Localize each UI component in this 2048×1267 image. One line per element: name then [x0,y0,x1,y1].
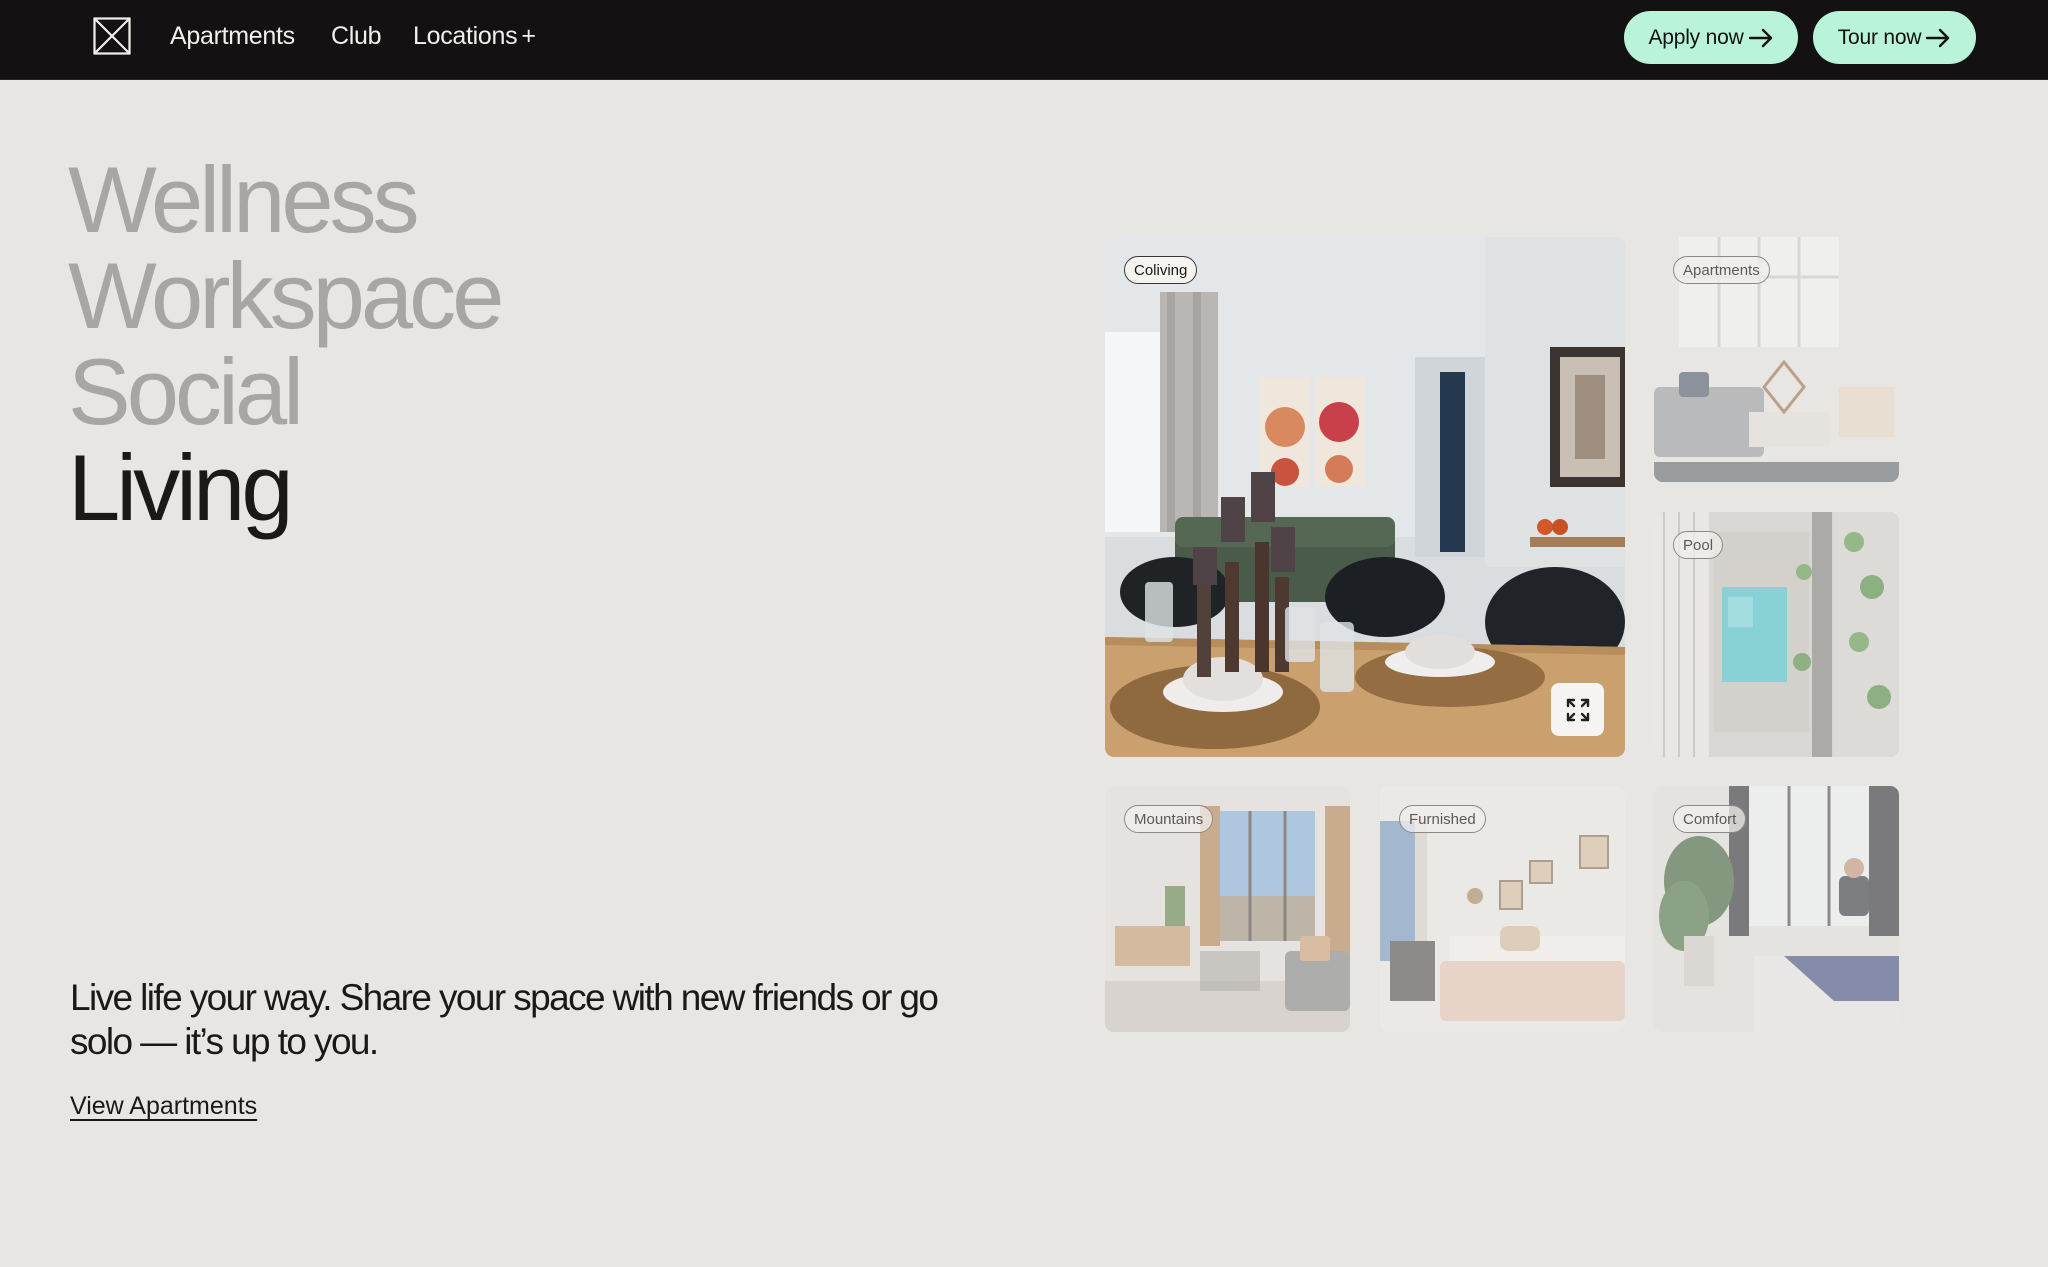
nav-link-apartments[interactable]: Apartments [170,20,295,52]
arrow-right-icon [1748,28,1772,47]
gallery-tile-mountains[interactable]: Mountains [1105,786,1350,1032]
hero-tagline: Live life your way. Share your space wit… [70,977,939,1062]
nav-link-locations[interactable]: Locations + [413,20,536,52]
gallery-tile-comfort[interactable]: Comfort [1654,786,1899,1032]
hero-word-social[interactable]: Social [68,344,304,440]
tag-pool: Pool [1673,531,1724,559]
tag-comfort: Comfort [1673,805,1747,833]
arrow-right-icon [1926,28,1950,47]
tag-mountains: Mountains [1124,805,1214,833]
hero-word-wellness[interactable]: Wellness [68,152,420,248]
plus-icon: + [521,22,536,50]
view-apartments-link[interactable]: View Apartments [70,1090,257,1122]
tour-now-button[interactable]: Tour now [1813,11,1976,64]
tag-furnished: Furnished [1399,805,1486,833]
top-navigation-bar: Apartments Club Locations + Apply now Tou… [0,0,2048,80]
nav-link-club[interactable]: Club [331,20,382,52]
hero-word-workspace[interactable]: Workspace [68,248,504,344]
gallery-tile-furnished[interactable]: Furnished [1380,786,1625,1032]
gallery-tile-pool[interactable]: Pool [1654,512,1899,757]
expand-icon [1566,698,1589,721]
apply-now-button[interactable]: Apply now [1624,11,1798,64]
x-box-logo-icon[interactable] [93,17,131,55]
coliving-photo [1105,237,1625,757]
hero-word-living[interactable]: Living [68,440,294,536]
nav-link-locations-label: Locations [413,22,518,50]
tag-apartments: Apartments [1673,256,1770,284]
expand-button[interactable] [1551,683,1604,736]
gallery-tile-coliving[interactable]: Coliving [1105,237,1625,757]
apply-now-label: Apply now [1648,25,1744,49]
gallery-tile-apartments[interactable]: Apartments [1654,237,1899,482]
tour-now-label: Tour now [1837,25,1922,49]
tag-coliving: Coliving [1124,256,1198,284]
